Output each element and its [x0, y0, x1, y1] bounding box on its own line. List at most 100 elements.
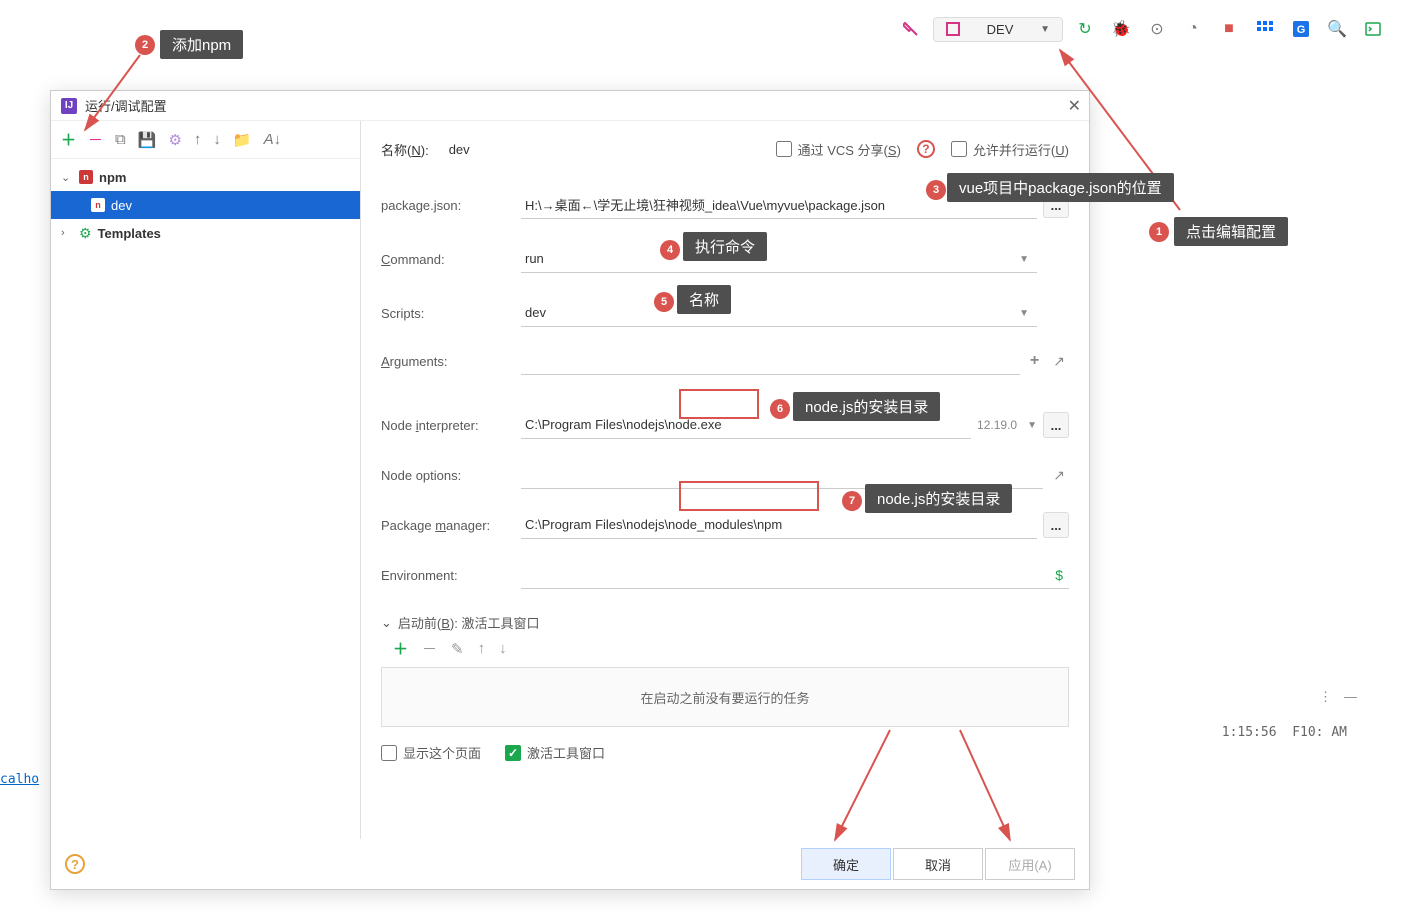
annotation-2: 添加npm [160, 30, 243, 59]
dialog-footer: ? 确定 取消 应用(A) [51, 839, 1089, 889]
config-tree: ⌄ n npm n dev › ⚙ Templates [51, 159, 360, 251]
node-options-label: Node options: [381, 468, 521, 483]
terminal-icon[interactable] [1359, 15, 1387, 43]
help-icon[interactable]: ? [917, 140, 935, 158]
expand-icon[interactable]: ↗ [1049, 467, 1069, 484]
tree-templates[interactable]: › ⚙ Templates [51, 219, 360, 247]
profile-icon[interactable]: ◔ [1179, 15, 1207, 43]
before-launch-toggle[interactable]: ⌄ 启动前(B): 激活工具窗口 [381, 613, 1069, 632]
dialog-titlebar: IJ 运行/调试配置 ✕ [51, 91, 1089, 121]
arguments-row: Arguments: + ↗ [381, 343, 1069, 379]
add-task-button[interactable]: ＋ [393, 638, 408, 659]
localhost-link[interactable]: calho [0, 772, 39, 787]
gear-icon: ⚙ [79, 225, 92, 242]
gear-icon[interactable]: ⚙ [168, 131, 181, 149]
scripts-input[interactable] [521, 299, 1037, 327]
folder-icon[interactable]: 📁 [233, 131, 252, 149]
app-icon: IJ [61, 98, 77, 114]
annotation-badge-5: 5 [654, 292, 674, 312]
annotation-badge-3: 3 [926, 180, 946, 200]
refresh-icon[interactable]: ↻ [1071, 15, 1099, 43]
checked-icon: ✓ [505, 745, 521, 761]
vcs-share-checkbox[interactable]: 通过 VCS 分享(S) [776, 140, 901, 159]
chevron-right-icon: › [61, 227, 73, 239]
environment-input[interactable] [521, 561, 1069, 589]
build-icon[interactable] [897, 15, 925, 43]
package-json-label: package.json: [381, 198, 521, 213]
parallel-run-checkbox[interactable]: 允许并行运行(U) [951, 140, 1069, 159]
annotation-badge-4: 4 [660, 240, 680, 260]
node-interpreter-row: Node interpreter: 12.19.0 ▼ ... [381, 407, 1069, 443]
environment-row: Environment: $ [381, 557, 1069, 593]
arguments-input[interactable] [521, 347, 1020, 375]
remove-task-button[interactable]: － [422, 638, 437, 659]
search-icon[interactable]: 🔍 [1323, 15, 1351, 43]
coverage-icon[interactable]: ⊙ [1143, 15, 1171, 43]
close-icon[interactable]: ✕ [1068, 96, 1081, 116]
name-value[interactable]: dev [437, 142, 470, 157]
bug-icon[interactable]: 🐞 [1107, 15, 1135, 43]
browse-button[interactable]: ... [1043, 412, 1069, 438]
before-launch-toolbar: ＋ － ✎ ↑ ↓ [381, 638, 1069, 659]
stop-icon[interactable]: ■ [1215, 15, 1243, 43]
annotation-5: 名称 [677, 285, 731, 314]
apply-button[interactable]: 应用(A) [985, 848, 1075, 880]
annotation-badge-7: 7 [842, 491, 862, 511]
annotation-badge-6: 6 [770, 399, 790, 419]
annotation-badge-2: 2 [135, 35, 155, 55]
env-vars-icon[interactable]: $ [1055, 567, 1063, 583]
dialog-title: 运行/调试配置 [85, 96, 167, 115]
add-icon[interactable]: + [1026, 352, 1043, 370]
chevron-down-icon: ⌄ [61, 171, 73, 184]
down-icon[interactable]: ↓ [213, 131, 221, 148]
before-launch-tasks: 在启动之前没有要运行的任务 [381, 667, 1069, 727]
expand-icon[interactable]: ↗ [1049, 353, 1069, 370]
help-icon[interactable]: ? [65, 854, 85, 874]
tree-label: dev [111, 198, 132, 213]
show-page-checkbox[interactable]: 显示这个页面 [381, 743, 481, 762]
save-icon[interactable]: 💾 [138, 131, 157, 149]
down-icon[interactable]: ↓ [499, 640, 507, 657]
config-label: DEV [987, 22, 1014, 37]
translate-icon[interactable]: G [1287, 15, 1315, 43]
command-label: Command: [381, 252, 521, 267]
topbar-actions: DEV ▼ ↻ 🐞 ⊙ ◔ ■ G 🔍 [897, 15, 1387, 43]
up-icon[interactable]: ↑ [478, 640, 486, 657]
grid-icon[interactable] [1251, 15, 1279, 43]
browse-button[interactable]: ... [1043, 512, 1069, 538]
chevron-down-icon[interactable]: ▼ [1027, 420, 1037, 431]
annotation-6: node.js的安装目录 [793, 392, 940, 421]
status-time: 1:15:56 F10: AM [1222, 725, 1347, 740]
chevron-down-icon[interactable]: ▼ [1019, 308, 1029, 319]
tree-item-dev[interactable]: n dev [51, 191, 360, 219]
annotation-1: 点击编辑配置 [1174, 217, 1288, 246]
chevron-down-icon[interactable]: ▼ [1019, 254, 1029, 265]
npm-icon: n [79, 170, 93, 184]
up-icon[interactable]: ↑ [194, 131, 202, 148]
add-config-button[interactable]: ＋ [61, 129, 76, 150]
name-label: 名称(N): [381, 140, 429, 159]
copy-icon[interactable]: ⧉ [115, 131, 126, 148]
remove-config-button[interactable]: － [88, 129, 103, 150]
ok-button[interactable]: 确定 [801, 848, 891, 880]
cancel-button[interactable]: 取消 [893, 848, 983, 880]
annotation-3: vue项目中package.json的位置 [947, 173, 1174, 202]
annotation-badge-1: 1 [1149, 222, 1169, 242]
command-input[interactable] [521, 245, 1037, 273]
activate-tool-checkbox[interactable]: ✓ 激活工具窗口 [505, 743, 605, 762]
form-header: 名称(N): dev 通过 VCS 分享(S) ? 允许并行运行(U) [381, 131, 1069, 167]
npm-icon: n [91, 198, 105, 212]
svg-text:G: G [1297, 24, 1306, 36]
dialog-body: ＋ － ⧉ 💾 ⚙ ↑ ↓ 📁 A↓ ⌄ n npm n dev [51, 121, 1089, 839]
sort-icon[interactable]: A↓ [264, 131, 282, 148]
package-manager-input[interactable] [521, 511, 1037, 539]
run-config-selector[interactable]: DEV ▼ [933, 17, 1063, 42]
edit-task-button[interactable]: ✎ [451, 640, 464, 658]
bottom-options: 显示这个页面 ✓ 激活工具窗口 [381, 743, 1069, 762]
arguments-label: Arguments: [381, 354, 521, 369]
chevron-down-icon: ⌄ [381, 615, 392, 631]
sidebar-toolbar: ＋ － ⧉ 💾 ⚙ ↑ ↓ 📁 A↓ [51, 121, 360, 159]
annotation-4: 执行命令 [683, 232, 767, 261]
node-interpreter-label: Node interpreter: [381, 418, 521, 433]
tree-npm-group[interactable]: ⌄ n npm [51, 163, 360, 191]
